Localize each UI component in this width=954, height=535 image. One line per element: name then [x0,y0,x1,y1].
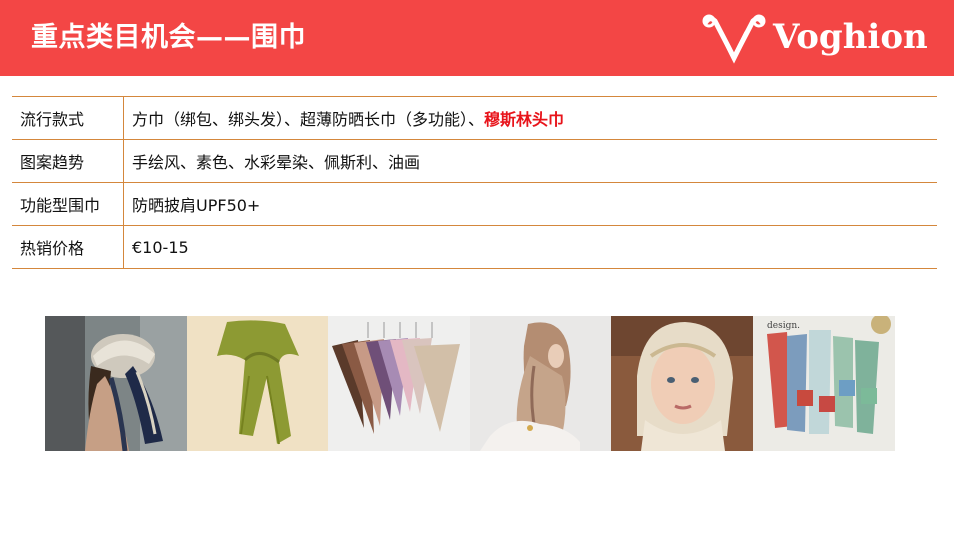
row-value: 方巾（绑包、绑头发）、超薄防晒长巾（多功能）、穆斯林头巾 [123,96,937,140]
photo-green-long-scarf [186,316,329,451]
photo-head-square-scarf [45,316,187,451]
table-row: 流行款式 方巾（绑包、绑头发）、超薄防晒长巾（多功能）、穆斯林头巾 [12,96,937,140]
row-value: €10-15 [123,225,937,269]
brand-logo: Voghion [700,12,930,64]
table-row: 图案趋势 手绘风、素色、水彩晕染、佩斯利、油画 [12,139,937,183]
row-label: 流行款式 [12,96,124,140]
photo-caption: design. [767,321,800,331]
photo-lace-head-scarf [611,316,753,451]
photo-muslim-headscarf [469,316,612,451]
scarf-photo-strip: design. [45,316,895,451]
page-title: 重点类目机会——围巾 [31,22,306,53]
scarf-info-table: 流行款式 方巾（绑包、绑头发）、超薄防晒长巾（多功能）、穆斯林头巾 图案趋势 手… [12,96,937,269]
row-value-text: 方巾（绑包、绑头发）、超薄防晒长巾（多功能）、 [132,110,485,129]
highlight-text: 穆斯林头巾 [484,110,565,129]
brand-name: Voghion [773,17,928,57]
table-row: 功能型围巾 防晒披肩UPF50+ [12,182,937,226]
brand-logo-icon [702,14,766,64]
row-label: 热销价格 [12,225,124,269]
table-row: 热销价格 €10-15 [12,225,937,269]
photo-scarves-on-hangers [328,316,470,451]
photo-printed-twilly-scarves: design. [752,316,895,451]
row-label: 功能型围巾 [12,182,124,226]
row-value: 防晒披肩UPF50+ [123,182,937,226]
row-label: 图案趋势 [12,139,124,183]
row-value: 手绘风、素色、水彩晕染、佩斯利、油画 [123,139,937,183]
title-banner: 重点类目机会——围巾 Voghion [0,0,954,76]
